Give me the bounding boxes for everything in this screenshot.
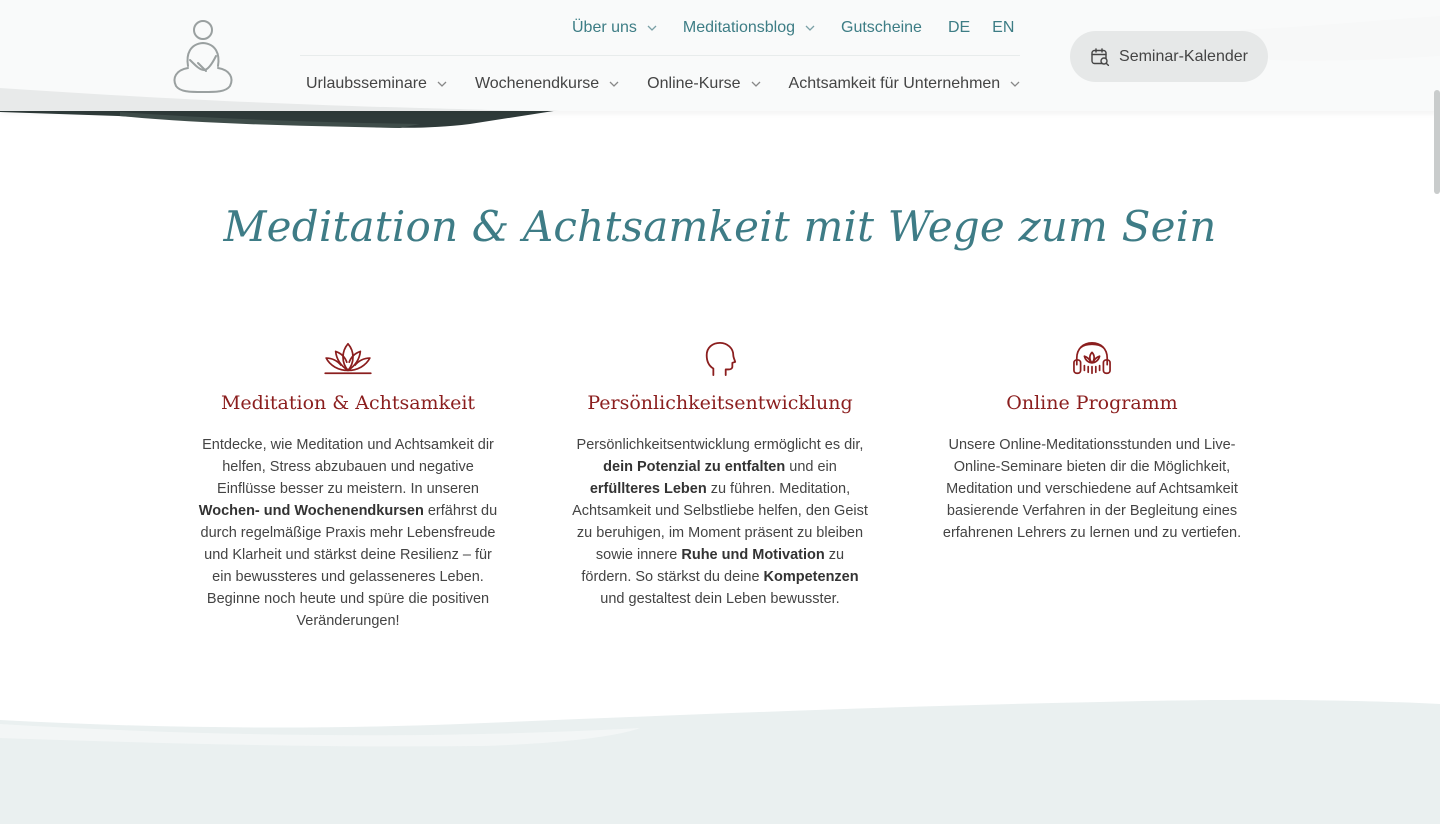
feature-text: Unsere Online-Meditationsstunden und Liv…: [942, 437, 1242, 541]
feature-meditation: Meditation & Achtsamkeit Entdecke, wie M…: [198, 338, 498, 632]
nav-item-ueber-uns[interactable]: Über uns: [572, 19, 657, 37]
nav-item-achtsamkeit-fuer-unternehmen[interactable]: Achtsamkeit für Unternehmen: [789, 75, 1021, 93]
nav-item-label: Gutscheine: [841, 19, 922, 36]
head-profile-icon: [705, 341, 737, 377]
language-de-link[interactable]: DE: [948, 19, 970, 37]
language-label: EN: [992, 19, 1015, 36]
nav-item-label: Online-Kurse: [647, 75, 741, 92]
nav-divider: [300, 55, 1020, 56]
seminar-calendar-button[interactable]: Seminar-Kalender: [1070, 31, 1268, 82]
headphones-lotus-icon: [1073, 341, 1111, 375]
site-header: Über uns Meditationsblog Gutscheine DE E…: [0, 0, 1440, 111]
section-divider-wave: [0, 699, 1440, 824]
feature-title: Persönlichkeitsentwicklung: [587, 392, 853, 414]
lotus-icon: [324, 342, 372, 375]
emphasis-text: dein Potenzial zu entfalten: [603, 459, 786, 475]
nav-item-label: Wochenendkurse: [474, 75, 600, 92]
page-title: Meditation & Achtsamkeit mit Wege zum Se…: [223, 202, 1217, 251]
feature-persoenlichkeitsentwicklung: Persönlichkeitsentwicklung Persönlichkei…: [570, 338, 870, 610]
emphasis-text: Wochen- und Wochenendkursen: [198, 503, 424, 519]
meditating-figure-logo-icon[interactable]: [168, 16, 238, 96]
chevron-down-icon: [647, 25, 657, 31]
feature-online-programm: Online Programm Unsere Online-Meditation…: [942, 338, 1242, 544]
nav-item-label: Über uns: [572, 19, 637, 36]
chevron-down-icon: [1010, 81, 1020, 87]
emphasis-text: Ruhe und Motivation: [681, 547, 825, 563]
feature-text: Entdecke, wie Meditation und Achtsamkeit…: [198, 437, 498, 629]
nav-item-label: Achtsamkeit für Unternehmen: [788, 75, 1001, 92]
language-en-link[interactable]: EN: [992, 19, 1014, 37]
seminar-calendar-label: Seminar-Kalender: [1119, 47, 1248, 65]
chevron-down-icon: [437, 81, 447, 87]
feature-text: Persönlichkeitsentwicklung ermöglicht es…: [572, 437, 868, 607]
nav-item-urlaubsseminare[interactable]: Urlaubsseminare: [306, 75, 447, 93]
nav-item-label: Meditationsblog: [682, 19, 795, 36]
feature-title: Meditation & Achtsamkeit: [220, 392, 476, 414]
emphasis-text: erfüllteres Leben: [589, 481, 707, 497]
calendar-search-icon: [1091, 47, 1110, 66]
scrollbar-thumb[interactable]: [1434, 90, 1440, 194]
chevron-down-icon: [751, 81, 761, 87]
nav-item-online-kurse[interactable]: Online-Kurse: [647, 75, 761, 93]
language-label: DE: [947, 19, 971, 36]
nav-item-wochenendkurse[interactable]: Wochenendkurse: [475, 75, 619, 93]
chevron-down-icon: [609, 81, 619, 87]
emphasis-text: Kompetenzen: [763, 569, 859, 585]
nav-item-meditationsblog[interactable]: Meditationsblog: [683, 19, 815, 37]
secondary-nav: Über uns Meditationsblog Gutscheine DE E…: [572, 16, 1036, 40]
chevron-down-icon: [805, 25, 815, 31]
page: Über uns Meditationsblog Gutscheine DE E…: [0, 0, 1440, 824]
nav-item-gutscheine[interactable]: Gutscheine: [841, 19, 922, 37]
main-nav: Urlaubsseminare Wochenendkurse Online-Ku…: [306, 72, 1048, 96]
feature-title: Online Programm: [1006, 392, 1178, 414]
nav-item-label: Urlaubsseminare: [306, 75, 427, 92]
